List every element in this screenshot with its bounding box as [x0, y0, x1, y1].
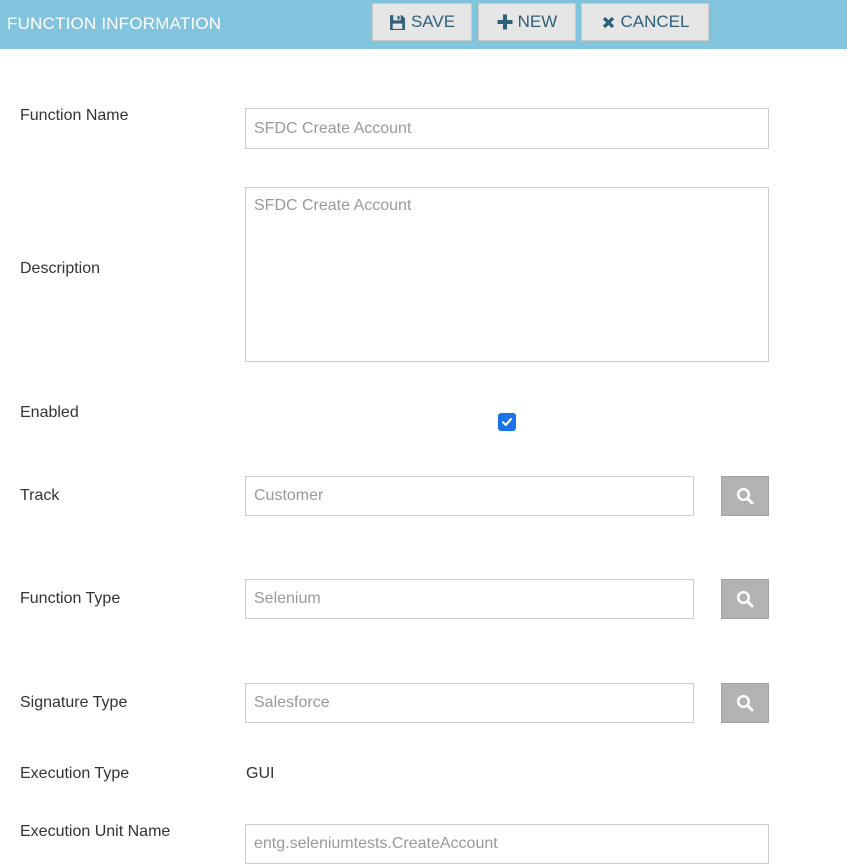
function-information-page: FUNCTION INFORMATION SAVE NEW CANCEL Fun… [0, 0, 847, 868]
save-button-label: SAVE [410, 12, 456, 31]
signature-type-search-button[interactable] [721, 683, 769, 723]
track-input[interactable] [245, 476, 694, 516]
description-label: Description [20, 260, 101, 277]
description-textarea[interactable]: SFDC Create Account [245, 187, 769, 362]
plus-icon [497, 14, 513, 30]
execution-unit-name-label: Execution Unit Name [20, 823, 171, 840]
function-name-input[interactable] [245, 108, 769, 149]
header-bar: FUNCTION INFORMATION SAVE NEW CANCEL [0, 0, 847, 49]
cancel-button-label: CANCEL [620, 12, 690, 31]
execution-type-label: Execution Type [20, 765, 130, 782]
cancel-button[interactable]: CANCEL [581, 3, 709, 41]
signature-type-label: Signature Type [20, 694, 128, 711]
enabled-label: Enabled [20, 404, 79, 421]
function-name-label: Function Name [20, 107, 129, 124]
floppy-disk-icon [389, 14, 406, 31]
function-type-label: Function Type [20, 590, 121, 607]
search-icon [736, 487, 754, 505]
enabled-checkbox[interactable] [498, 413, 516, 431]
function-type-search-button[interactable] [721, 579, 769, 619]
function-type-input[interactable] [245, 579, 694, 619]
new-button-label: NEW [517, 12, 558, 31]
search-icon [736, 694, 754, 712]
search-icon [736, 590, 754, 608]
new-button[interactable]: NEW [478, 3, 576, 41]
execution-unit-name-input[interactable] [245, 824, 769, 864]
track-label: Track [20, 487, 60, 504]
execution-type-value: GUI [246, 765, 275, 782]
close-icon [601, 15, 616, 30]
page-title: FUNCTION INFORMATION [7, 14, 222, 33]
track-search-button[interactable] [721, 476, 769, 516]
checkmark-icon [502, 418, 512, 426]
save-button[interactable]: SAVE [372, 3, 472, 41]
signature-type-input[interactable] [245, 683, 694, 723]
